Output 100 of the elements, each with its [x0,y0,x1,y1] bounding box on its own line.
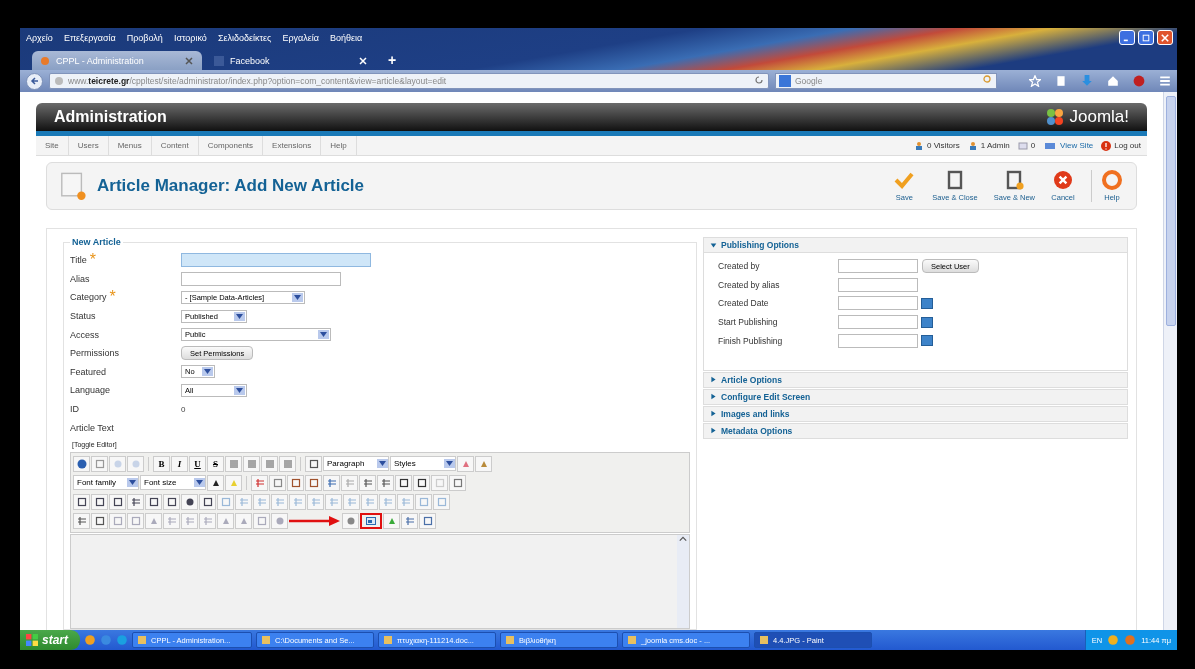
accordion-header[interactable]: Publishing Options [703,237,1128,253]
required-marker: * [109,288,116,307]
home-icon[interactable] [1107,75,1119,87]
field-label: Title [70,255,87,266]
align-button[interactable] [243,455,260,472]
reload-icon [754,75,764,85]
new-tab-button[interactable]: + [380,52,405,70]
header-title: Administration [54,108,167,126]
text-input[interactable] [838,333,918,348]
format-button[interactable]: U [189,455,206,472]
accordion-header[interactable]: Metadata Options [703,422,1128,439]
format-button[interactable]: I [171,455,188,472]
menu-item[interactable]: Σελιδοδείκτες [217,32,272,43]
accordion-header[interactable]: Images and links [703,405,1128,422]
accordion-header[interactable]: Article Options [703,371,1128,388]
text-input[interactable] [838,296,918,311]
nav-item[interactable]: Site [36,136,69,155]
menu-item[interactable]: Εργαλεία [282,32,319,43]
arrow-drawing [289,514,341,527]
nav-item[interactable]: Components [198,136,264,155]
scrollbar[interactable] [1163,92,1177,630]
format-select[interactable]: Paragraph [323,456,389,472]
minimize-button[interactable] [1119,30,1135,45]
section-legend: New Article [70,237,123,247]
nav-item[interactable]: Extensions [263,136,322,155]
field-label: Created Date [718,298,770,309]
close-button[interactable] [1157,30,1173,45]
field-label: Category [70,292,107,303]
menu-item[interactable]: Επεξεργασία [63,32,116,43]
align-button[interactable] [279,455,296,472]
highlight-frame[interactable] [360,512,382,529]
dropdown-caret [202,367,213,377]
dropdown-caret [318,330,329,340]
text-input[interactable] [838,277,918,292]
nav-item[interactable]: Content [151,136,199,155]
nav-item[interactable]: Users [68,136,109,155]
app-icon [759,635,769,645]
clipboard-icon[interactable] [1055,75,1067,87]
font-family-select[interactable]: Font family [73,475,139,491]
tray-icon [1107,634,1120,646]
dropdown-caret [194,478,205,488]
tray-icon [1124,634,1137,646]
document-icon [59,171,87,201]
font-size-select[interactable]: Font size [140,475,206,491]
menu-item[interactable]: Ιστορικό [173,32,207,43]
lifebuoy-icon [1100,170,1124,190]
dropdown-caret [444,459,455,469]
id-value: 0 [181,404,186,414]
image-icon [364,515,378,526]
calendar-icon[interactable] [921,335,933,347]
back-button[interactable] [26,72,43,90]
status-link[interactable]: View Site [1043,140,1094,151]
menu-icon[interactable] [1159,75,1171,87]
field-label: Status [70,311,96,322]
menu-item[interactable]: Προβολή [126,32,163,43]
status-link[interactable]: 1 Admin [967,140,1010,151]
accordion-header[interactable]: Configure Edit Screen [703,388,1128,405]
close-icon [1161,33,1169,42]
menu-item[interactable]: Βοήθεια [329,32,363,43]
text-input[interactable] [838,259,918,274]
align-icon [264,458,275,469]
field-label: Access [70,329,99,340]
styles-select[interactable]: Styles [390,456,456,472]
windows-logo-icon [26,634,38,646]
status-link[interactable]: Log out [1101,140,1141,151]
download-arrow-icon[interactable] [1081,75,1093,87]
envelope-icon [1017,140,1028,151]
right-triangle-icon [710,393,717,401]
nav-item[interactable]: Help [321,136,357,155]
restore-button[interactable] [1138,30,1154,45]
text-input[interactable] [181,271,341,286]
quick-launch-icon[interactable] [84,634,96,646]
status-link[interactable]: 0 Visitors [913,140,960,151]
down-triangle-icon [710,241,717,249]
dropdown-caret [377,459,388,469]
text-input[interactable] [181,253,371,268]
align-icon [228,458,239,469]
monitor-icon [1043,140,1058,151]
align-icon [246,458,257,469]
start-button[interactable]: start [20,630,80,650]
quick-launch-icon[interactable] [116,634,128,646]
menu-item[interactable]: Αρχείο [26,32,53,43]
format-button[interactable]: S [207,455,224,472]
scrollbar[interactable] [677,534,689,628]
format-button[interactable]: B [153,455,170,472]
quick-launch-icon[interactable] [100,634,112,646]
right-triangle-icon [710,376,717,384]
scrollbar-thumb[interactable] [1165,96,1176,326]
tab-label: Facebook [230,55,271,66]
star-icon[interactable] [1029,75,1041,87]
search-icon [983,75,993,85]
address-field[interactable]: www.teicrete.gr/cppltest/site/administrator/index.php?option=com_content&view=article&layout=edit [49,73,769,89]
status-link[interactable]: 0 [1017,140,1036,151]
text-input[interactable] [838,315,918,330]
help-button[interactable] [73,455,90,472]
browser-tab[interactable]: Facebook [206,51,376,70]
nav-item[interactable]: Menus [108,136,152,155]
calendar-icon[interactable] [921,316,933,328]
align-button[interactable] [261,455,278,472]
align-icon [282,458,293,469]
